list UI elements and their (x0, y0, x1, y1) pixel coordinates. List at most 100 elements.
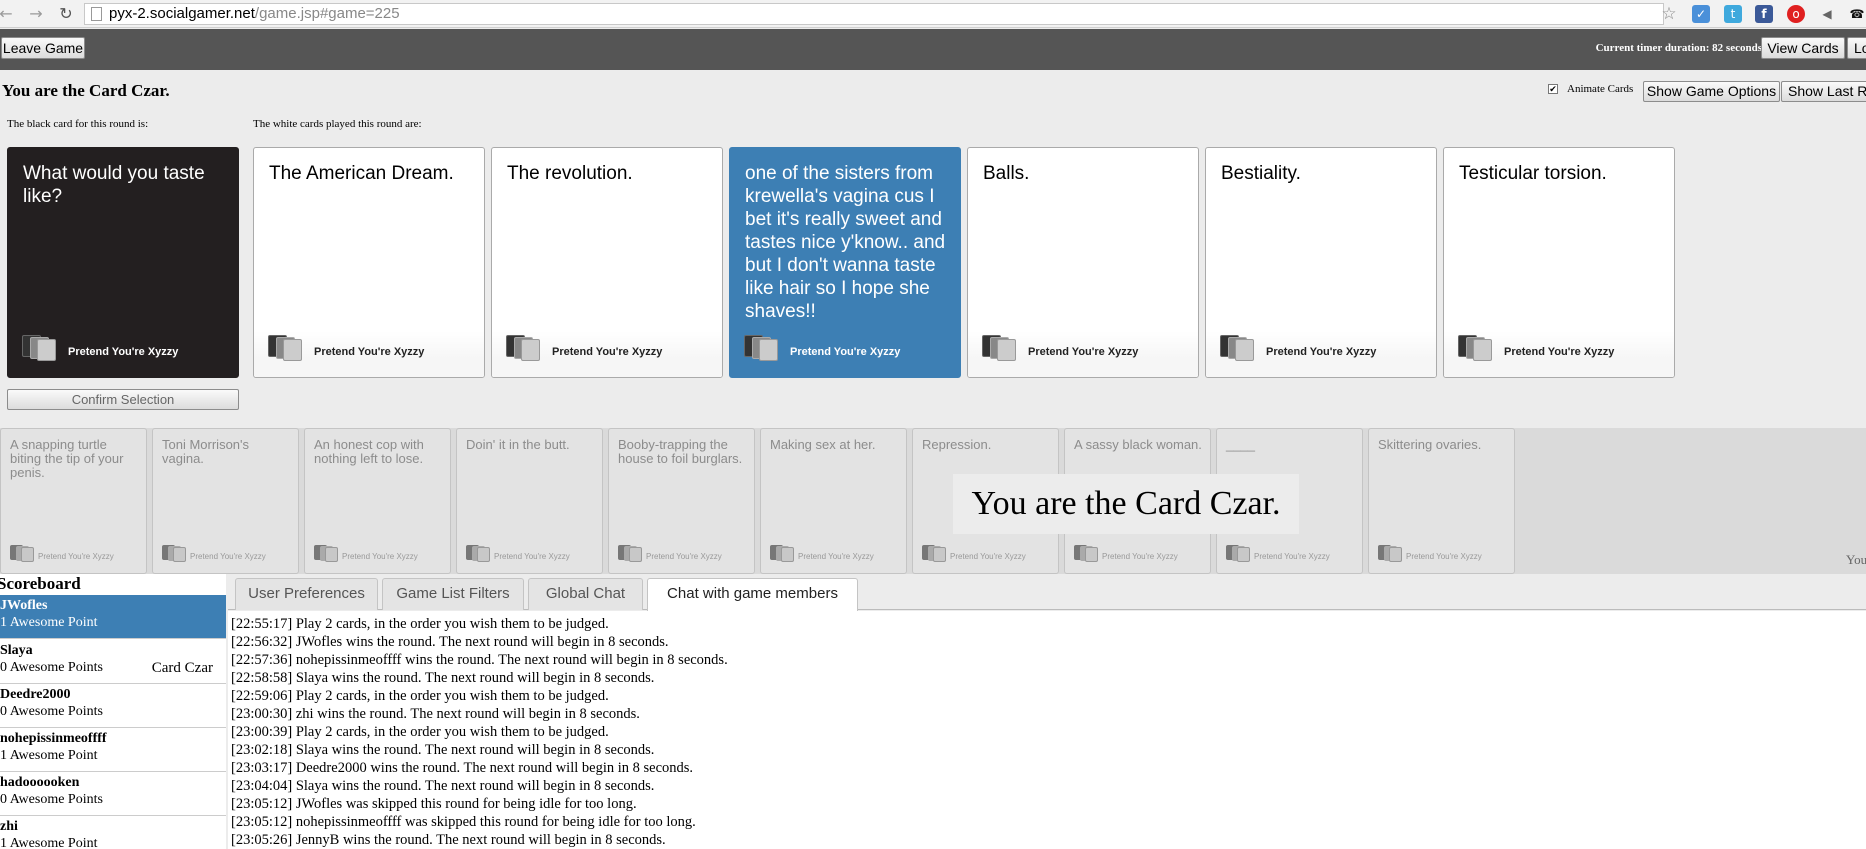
played-card[interactable]: Testicular torsion. Pretend You're Xyzzy (1443, 147, 1675, 378)
tab-user-preferences[interactable]: User Preferences (235, 578, 378, 610)
player-name: Slaya (0, 643, 33, 658)
scoreboard-row: Deedre2000 0 Awesome Points (0, 684, 226, 728)
log-line: [23:02:18] Slaya wins the round. The nex… (231, 742, 655, 758)
back-arrow-icon[interactable]: ← (0, 4, 16, 24)
animate-cards-checkbox[interactable]: ✔ (1548, 84, 1558, 94)
leave-game-button[interactable]: Leave Game (1, 37, 85, 59)
white-cards-label: The white cards played this round are: (253, 118, 422, 130)
played-card-text: one of the sisters from krewella's vagin… (745, 163, 946, 322)
log-line: [23:05:12] JWofles was skipped this roun… (231, 796, 637, 812)
card-deck-name: Pretend You're Xyzzy (552, 346, 663, 358)
tab-game-list-filters[interactable]: Game List Filters (382, 578, 524, 610)
card-deck-name: Pretend You're Xyzzy (494, 552, 570, 561)
hand-card[interactable]: An honest cop with nothing left to lose.… (304, 428, 451, 574)
card-deck-name: Pretend You're Xyzzy (38, 552, 114, 561)
confirm-selection-button[interactable]: Confirm Selection (7, 389, 239, 410)
phone-icon[interactable]: ☎ (1848, 5, 1866, 23)
view-cards-button[interactable]: View Cards (1761, 37, 1845, 59)
hand-card[interactable]: Booby-trapping the house to foil burglar… (608, 428, 755, 574)
url-path: /game.jsp#game=225 (254, 5, 400, 22)
deck-logo-icon (982, 335, 1016, 361)
scoreboard-row: nohepissinmeoffff 1 Awesome Point (0, 728, 226, 772)
scoreboard-title: Scoreboard (0, 574, 81, 593)
player-hand: A snapping turtle biting the tip of your… (0, 428, 1866, 574)
tab-global-chat[interactable]: Global Chat (528, 578, 643, 610)
hand-card[interactable]: Doin' it in the butt. Pretend You're Xyz… (456, 428, 603, 574)
log-line: [22:59:06] Play 2 cards, in the order yo… (231, 688, 609, 704)
browser-bar: ← → ↻ pyx-2.socialgamer.net/game.jsp#gam… (0, 0, 1866, 28)
timer-duration: Current timer duration: 82 seconds (1595, 42, 1762, 54)
forward-arrow-icon[interactable]: → (26, 4, 46, 24)
deck-logo-icon (1220, 335, 1254, 361)
played-card-text: Testicular torsion. (1459, 163, 1607, 184)
played-card[interactable]: The revolution. Pretend You're Xyzzy (491, 147, 723, 378)
scoreboard-row: Slaya 0 Awesome Points Card Czar (0, 640, 226, 684)
played-card[interactable]: The American Dream. Pretend You're Xyzzy (253, 147, 485, 378)
deck-logo-icon (466, 545, 490, 562)
deck-logo-icon (268, 335, 302, 361)
card-deck-name: Pretend You're Xyzzy (1028, 346, 1139, 358)
speaker-icon[interactable]: ◀ (1818, 5, 1836, 23)
log-line: [23:00:39] Play 2 cards, in the order yo… (231, 724, 609, 740)
facebook-icon[interactable]: f (1755, 5, 1773, 23)
player-score: 0 Awesome Points (0, 704, 103, 719)
scoreboard: Scoreboard JWofles 1 Awesome Point Slaya… (0, 574, 226, 849)
card-deck-name: Pretend You're Xyzzy (342, 552, 418, 561)
scoreboard-row: zhi 1 Awesome Point (0, 816, 226, 849)
hand-card-text: Doin' it in the butt. (466, 437, 570, 452)
game-toolbar: Leave Game Current timer duration: 82 se… (0, 29, 1866, 70)
opera-icon[interactable]: o (1787, 5, 1805, 23)
hand-card[interactable]: A snapping turtle biting the tip of your… (0, 428, 147, 574)
card-deck-name: Pretend You're Xyzzy (950, 552, 1026, 561)
deck-logo-icon (922, 545, 946, 562)
hand-card-text: Toni Morrison's vagina. (162, 437, 250, 466)
twitter-icon[interactable]: t (1724, 5, 1742, 23)
deck-logo-icon (22, 335, 56, 361)
log-out-button[interactable]: Lo (1847, 37, 1866, 59)
player-name: JWofles (0, 598, 48, 613)
player-name: zhi (0, 819, 18, 834)
card-czar-overlay: You are the Card Czar. (953, 474, 1299, 534)
player-score: 1 Awesome Point (0, 836, 98, 849)
hand-card-text: Skittering ovaries. (1378, 437, 1482, 452)
scoreboard-row: JWofles 1 Awesome Point (0, 595, 226, 639)
tab-strip: User Preferences Game List Filters Globa… (228, 574, 1866, 611)
deck-logo-icon (162, 545, 186, 562)
hand-card[interactable]: Making sex at her. Pretend You're Xyzzy (760, 428, 907, 574)
played-card-selected[interactable]: one of the sisters from krewella's vagin… (729, 147, 961, 378)
deck-logo-icon (618, 545, 642, 562)
star-icon[interactable]: ☆ (1660, 5, 1678, 23)
address-bar[interactable]: pyx-2.socialgamer.net/game.jsp#game=225 (84, 3, 1664, 25)
black-card-label: The black card for this round is: (7, 118, 149, 130)
deck-logo-icon (314, 545, 338, 562)
played-card[interactable]: Balls. Pretend You're Xyzzy (967, 147, 1199, 378)
hand-card-text: A snapping turtle biting the tip of your… (10, 437, 124, 480)
player-score: 0 Awesome Points (0, 660, 103, 675)
played-card[interactable]: Bestiality. Pretend You're Xyzzy (1205, 147, 1437, 378)
player-status: Card Czar (151, 660, 213, 676)
hand-card[interactable]: Skittering ovaries. Pretend You're Xyzzy (1368, 428, 1515, 574)
deck-logo-icon (1226, 545, 1250, 562)
deck-logo-icon (10, 545, 34, 562)
card-deck-name: Pretend You're Xyzzy (646, 552, 722, 561)
show-last-round-button[interactable]: Show Last Ro (1781, 81, 1866, 102)
log-line: [22:57:36] nohepissinmeoffff wins the ro… (231, 652, 728, 668)
deck-logo-icon (770, 545, 794, 562)
played-card-text: The revolution. (507, 163, 633, 184)
deck-logo-icon (1074, 545, 1098, 562)
log-line: [23:03:17] Deedre2000 wins the round. Th… (231, 760, 694, 776)
reload-icon[interactable]: ↻ (56, 4, 76, 24)
card-deck-name: Pretend You're Xyzzy (1254, 552, 1330, 561)
show-game-options-button[interactable]: Show Game Options (1643, 81, 1780, 102)
deck-logo-icon (1458, 335, 1492, 361)
card-deck-name: Pretend You're Xyzzy (1406, 552, 1482, 561)
card-deck-name: Pretend You're Xyzzy (798, 552, 874, 561)
tab-chat-with-game-members[interactable]: Chat with game members (647, 578, 858, 611)
extension-check-icon[interactable]: ✓ (1692, 5, 1710, 23)
url-host: pyx-2.socialgamer.net (109, 5, 255, 22)
deck-logo-icon (1378, 545, 1402, 562)
player-name: hadoooooken (0, 775, 80, 790)
hand-card[interactable]: Toni Morrison's vagina. Pretend You're X… (152, 428, 299, 574)
chat-log[interactable]: [22:55:17] Play 2 cards, in the order yo… (228, 611, 1866, 849)
scoreboard-row: hadoooooken 0 Awesome Points (0, 772, 226, 816)
